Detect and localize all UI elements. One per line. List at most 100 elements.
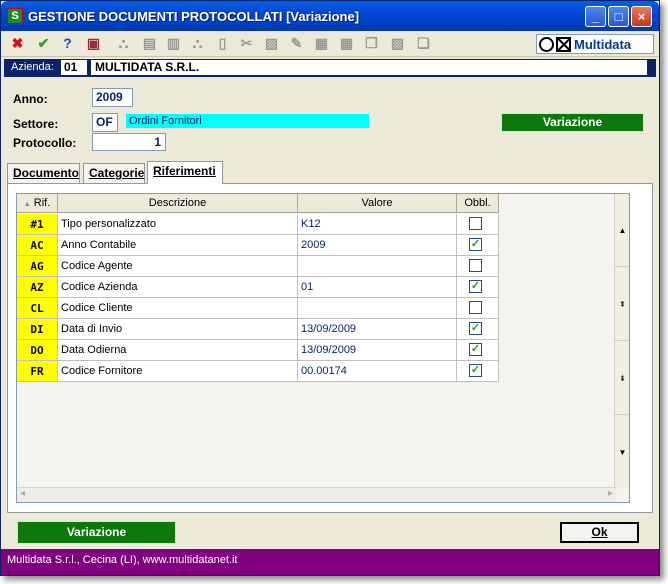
page-down-button[interactable]: ⇟ [615, 342, 629, 415]
descrizione-cell: Codice Fornitore [58, 361, 298, 382]
rif-code-cell: AG [17, 256, 58, 277]
table-icon[interactable]: ▦ [338, 35, 355, 52]
edit-icon[interactable]: ✎ [288, 35, 305, 52]
obbl-cell: ✓ [457, 361, 499, 382]
table-row[interactable]: DI Data di Invio 13/09/2009 ✓ [17, 319, 500, 340]
toolbar: ✖ ✔? ▣ ⛬ ▤ ▥ ⛬ ▯ ✂ ▨ ✎ ▦ ▦ ❐ ▧ ❏ Multidata [1, 31, 659, 57]
riferimenti-panel: ▲ Rif. Descrizione Valore Obbl. #1 Tipo p… [7, 183, 653, 513]
checked-checkbox[interactable]: ✓ [469, 322, 482, 335]
valore-cell[interactable]: 13/09/2009 [298, 340, 457, 361]
ok-button[interactable]: Ok [560, 522, 639, 543]
descrizione-cell: Codice Azienda [58, 277, 298, 298]
scroll-down-button[interactable]: ▼ [615, 416, 629, 489]
table-row[interactable]: #1 Tipo personalizzato K12 [17, 214, 500, 235]
descrizione-cell: Anno Contabile [58, 235, 298, 256]
descrizione-cell: Data Odierna [58, 340, 298, 361]
minimize-button[interactable]: _ [585, 6, 606, 27]
sort-ascending-icon: ▲ [23, 201, 31, 208]
close-button[interactable]: × [631, 6, 652, 27]
azienda-label: Azienda: [11, 61, 54, 73]
protocollo-field[interactable]: 1 [92, 133, 166, 151]
vertical-scrollbar[interactable]: ▲ ⇞ ⇟ ▼ [614, 194, 629, 489]
valore-cell[interactable]: 2009 [298, 235, 457, 256]
new-document-icon[interactable]: ▯ [214, 35, 231, 52]
settore-description: Ordini Fornitori [126, 114, 369, 128]
image-icon[interactable]: ▨ [263, 35, 280, 52]
obbl-cell: ✓ [457, 319, 499, 340]
valore-cell[interactable] [298, 256, 457, 277]
unchecked-checkbox[interactable] [469, 217, 482, 230]
tab-categorie[interactable]: Categorie [83, 163, 145, 183]
table-row[interactable]: AC Anno Contabile 2009 ✓ [17, 235, 500, 256]
valore-cell[interactable]: 00.00174 [298, 361, 457, 382]
unchecked-checkbox[interactable] [469, 301, 482, 314]
valore-cell[interactable] [298, 298, 457, 319]
maximize-button[interactable]: □ [608, 6, 629, 27]
column-header-rif-label: Rif. [33, 197, 51, 209]
obbl-cell [457, 298, 499, 319]
window-title: GESTIONE DOCUMENTI PROTOCOLLATI [Variazi… [28, 9, 360, 24]
print-preview-icon[interactable]: ▥ [165, 35, 182, 52]
valore-cell[interactable]: 13/09/2009 [298, 319, 457, 340]
help-icon[interactable]: ? [59, 35, 76, 52]
descrizione-cell: Codice Agente [58, 256, 298, 277]
obbl-cell: ✓ [457, 235, 499, 256]
protocollo-label: Protocollo: [13, 136, 77, 150]
obbl-cell [457, 214, 499, 235]
scroll-up-button[interactable]: ▲ [615, 194, 629, 267]
rif-code-cell: DO [17, 340, 58, 361]
copy-icon[interactable]: ❐ [363, 35, 380, 52]
logo-cross-icon [556, 37, 571, 52]
anno-label: Anno: [13, 92, 48, 106]
clipboard-icon[interactable]: ❏ [415, 35, 432, 52]
binoculars-icon[interactable]: ⛬ [189, 35, 206, 52]
rif-code-cell: DI [17, 319, 58, 340]
checked-checkbox[interactable]: ✓ [469, 238, 482, 251]
tab-riferimenti[interactable]: Riferimenti [147, 161, 223, 184]
table-row[interactable]: CL Codice Cliente [17, 298, 500, 319]
title-bar[interactable]: S GESTIONE DOCUMENTI PROTOCOLLATI [Varia… [1, 1, 659, 31]
anno-field[interactable]: 2009 [92, 88, 133, 107]
descrizione-cell: Tipo personalizzato [58, 214, 298, 235]
table-row[interactable]: FR Codice Fornitore 00.00174 ✓ [17, 361, 500, 382]
checked-checkbox[interactable]: ✓ [469, 280, 482, 293]
delete-icon[interactable]: ✖ [9, 35, 26, 52]
riferimenti-grid: ▲ Rif. Descrizione Valore Obbl. #1 Tipo p… [16, 193, 630, 503]
variazione-button[interactable]: Variazione [17, 521, 176, 544]
scroll-left-icon[interactable]: ◂ [20, 488, 25, 499]
book-icon[interactable]: ▣ [85, 35, 102, 52]
settore-label: Settore: [13, 117, 59, 131]
cut-icon[interactable]: ✂ [238, 35, 255, 52]
valore-cell[interactable]: K12 [298, 214, 457, 235]
column-header-rif[interactable]: ▲ Rif. [17, 194, 58, 213]
find-icon[interactable]: ⛬ [115, 35, 132, 52]
table-row[interactable]: DO Data Odierna 13/09/2009 ✓ [17, 340, 500, 361]
app-icon[interactable]: S [7, 8, 23, 24]
column-header-descrizione[interactable]: Descrizione [58, 194, 298, 213]
scroll-right-icon[interactable]: ▸ [608, 488, 613, 499]
page-up-button[interactable]: ⇞ [615, 268, 629, 341]
rif-code-cell: CL [17, 298, 58, 319]
table-row[interactable]: AZ Codice Azienda 01 ✓ [17, 277, 500, 298]
tab-documento[interactable]: Documento [7, 163, 80, 183]
print-icon[interactable]: ▤ [141, 35, 158, 52]
status-bar: Multidata S.r.l., Cecina (LI), www.multi… [1, 549, 659, 575]
obbl-cell [457, 256, 499, 277]
column-header-obbl[interactable]: Obbl. [457, 194, 499, 213]
horizontal-scrollbar[interactable]: ◂ ▸ [17, 487, 616, 502]
check-icon[interactable]: ✔ [35, 35, 52, 52]
paste-icon[interactable]: ▦ [313, 35, 330, 52]
rif-code-cell: FR [17, 361, 58, 382]
rif-code-cell: AC [17, 235, 58, 256]
obbl-cell: ✓ [457, 277, 499, 298]
checked-checkbox[interactable]: ✓ [469, 364, 482, 377]
obbl-cell: ✓ [457, 340, 499, 361]
checked-checkbox[interactable]: ✓ [469, 343, 482, 356]
table-row[interactable]: AG Codice Agente [17, 256, 500, 277]
settore-code-field[interactable]: OF [92, 113, 118, 132]
valore-cell[interactable]: 01 [298, 277, 457, 298]
rif-code-cell: #1 [17, 214, 58, 235]
unchecked-checkbox[interactable] [469, 259, 482, 272]
column-header-valore[interactable]: Valore [298, 194, 457, 213]
export-icon[interactable]: ▧ [389, 35, 406, 52]
